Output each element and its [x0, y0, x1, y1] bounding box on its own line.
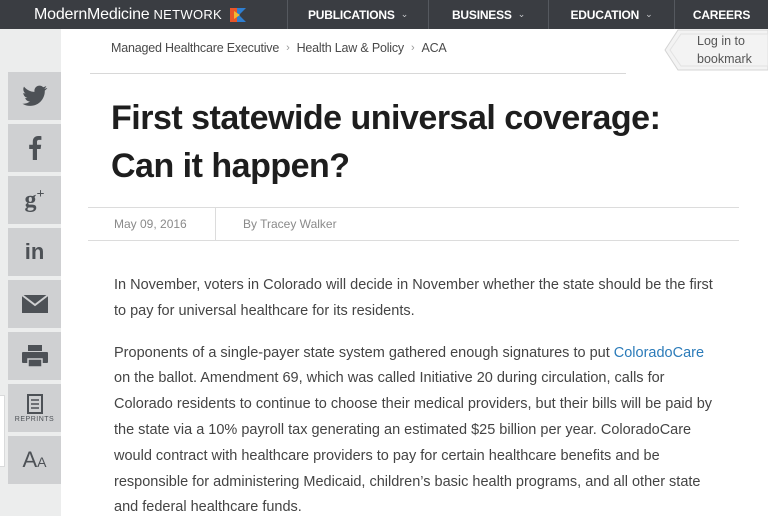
login-bookmark-button[interactable]: Log in to bookmark	[664, 29, 768, 71]
nav-business[interactable]: BUSINESS ⌄	[428, 0, 548, 29]
nav-publications[interactable]: PUBLICATIONS ⌄	[287, 0, 428, 29]
author-byline[interactable]: By Tracey Walker	[243, 217, 337, 231]
login-bookmark-label: Log in to bookmark	[697, 32, 767, 68]
brand-name: ModernMedicine	[34, 5, 150, 23]
google-plus-icon: g+	[24, 187, 45, 213]
nav-education[interactable]: EDUCATION ⌄	[548, 0, 674, 29]
nav-label: EDUCATION	[570, 7, 640, 22]
article-title: First statewide universal coverage: Can …	[111, 99, 661, 185]
nav-label: CAREERS	[692, 7, 751, 22]
breadcrumb-item[interactable]: Managed Healthcare Executive	[111, 41, 279, 55]
email-icon	[20, 294, 49, 313]
reprints-button[interactable]: REPRINTS	[8, 384, 61, 432]
chevron-right-icon: ›	[286, 42, 290, 54]
print-icon	[21, 345, 48, 368]
brand-sub: NETWORK	[153, 7, 223, 22]
top-nav-bar: ModernMedicine NETWORK PUBLICATIONS ⌄ BUS…	[0, 0, 768, 29]
text-size-button[interactable]: AA	[8, 436, 61, 484]
login-line: Log in to	[697, 34, 745, 48]
paragraph: Proponents of a single-payer state syste…	[114, 341, 714, 516]
chevron-right-icon: ›	[410, 42, 415, 54]
share-twitter-button[interactable]	[8, 72, 61, 120]
document-icon	[26, 393, 43, 414]
brand-logo-link[interactable]: ModernMedicine NETWORK	[34, 0, 248, 29]
brand-mark-icon	[230, 7, 247, 22]
divider	[215, 208, 216, 241]
reprints-label: REPRINTS	[14, 415, 55, 423]
breadcrumb-item[interactable]: Health Law & Policy	[297, 41, 405, 55]
coloradocare-link[interactable]: ColoradoCare	[614, 345, 704, 361]
font-size-icon: AA	[22, 447, 47, 472]
divider	[90, 73, 626, 74]
share-googleplus-button[interactable]: g+	[8, 176, 61, 224]
linkedin-icon: in	[24, 239, 45, 264]
breadcrumb-item[interactable]: ACA	[421, 41, 446, 55]
side-tab-handle[interactable]	[0, 395, 5, 467]
chevron-down-icon: ⌄	[645, 9, 653, 19]
publish-date: May 09, 2016	[114, 217, 187, 231]
share-linkedin-button[interactable]: in	[8, 228, 61, 276]
print-button[interactable]	[8, 332, 61, 380]
nav-label: BUSINESS	[451, 7, 512, 22]
article-body: In November, voters in Colorado will dec…	[114, 273, 714, 516]
chevron-down-icon: ⌄	[517, 9, 526, 19]
twitter-icon	[21, 85, 47, 106]
chevron-down-icon: ⌄	[400, 9, 409, 19]
share-facebook-button[interactable]	[8, 124, 61, 172]
paragraph: In November, voters in Colorado will dec…	[114, 277, 713, 319]
nav-label: PUBLICATIONS	[307, 7, 395, 22]
bookmark-line: bookmark	[697, 52, 752, 66]
paragraph-text: Proponents of a single-payer state syste…	[114, 344, 614, 361]
breadcrumb: Managed Healthcare Executive › Health La…	[111, 40, 447, 56]
share-email-button[interactable]	[8, 280, 61, 328]
facebook-icon	[28, 136, 41, 160]
nav-careers[interactable]: CAREERS	[674, 0, 768, 29]
article-meta: May 09, 2016 By Tracey Walker	[88, 207, 739, 241]
paragraph-text: on the ballot. Amendment 69, which was c…	[114, 370, 713, 516]
